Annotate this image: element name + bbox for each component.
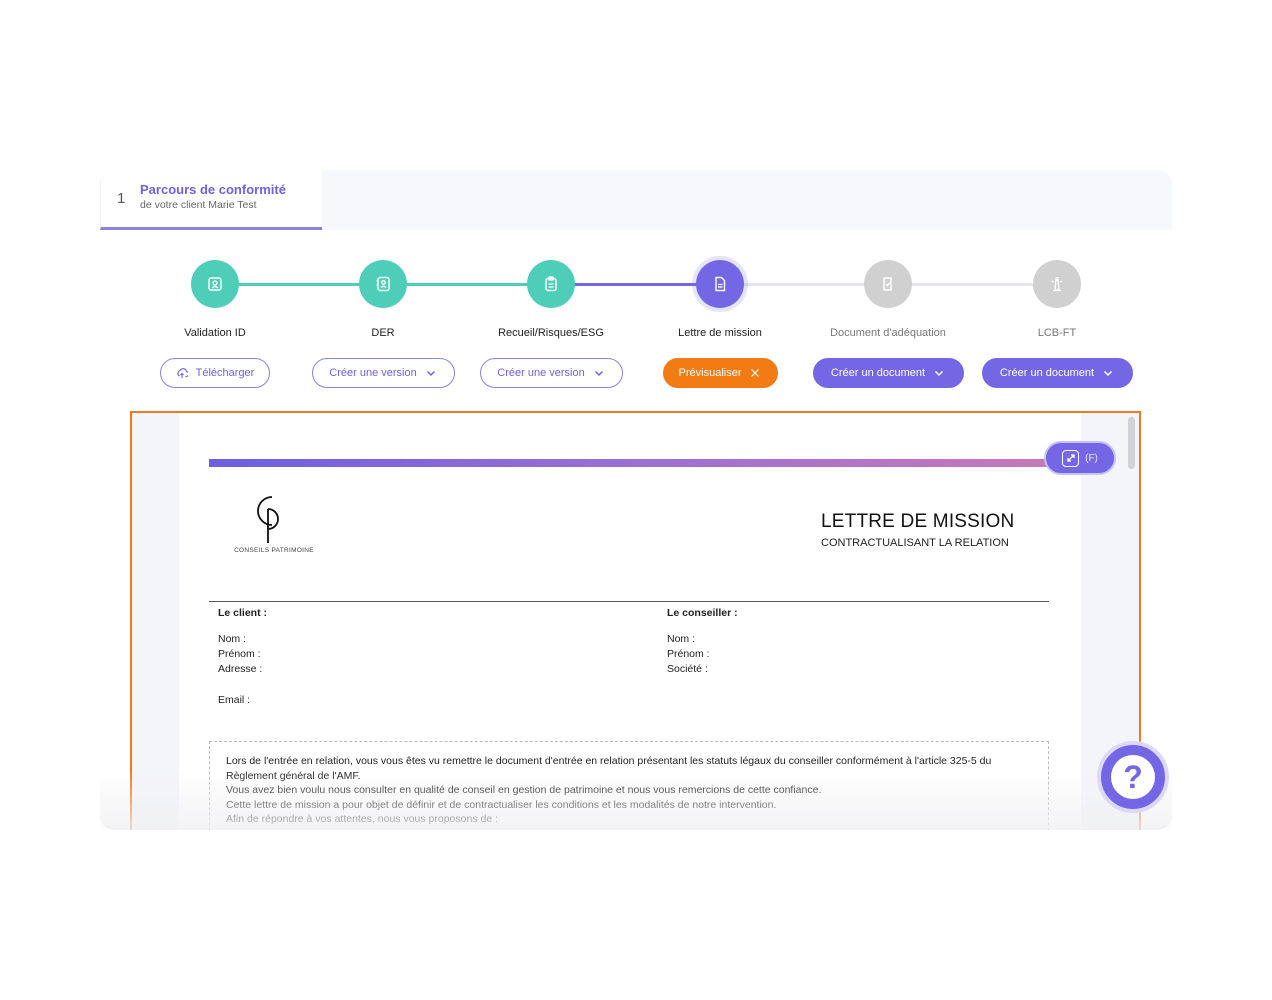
document-title: LETTRE DE MISSION [821,511,1015,532]
fullscreen-button[interactable]: (F) [1044,441,1116,475]
chevron-down-icon [1104,370,1113,377]
preview-scrollbar[interactable] [1128,417,1135,469]
step-circle-1[interactable] [191,260,239,308]
step-action-label: Créer un document [999,367,1095,379]
chevron-down-icon [935,370,944,377]
client-field-nom: Nom : [218,633,247,645]
client-field-prenom: Prénom : [218,648,261,660]
close-icon [751,369,760,377]
advisor-block: Le conseiller : Nom : Prénom : Société : [667,607,738,677]
advisor-field-societe: Société : [667,663,708,675]
tab-bar: 1 Parcours de conformité de votre client… [100,170,1172,230]
document-icon [715,276,726,292]
contact-book-icon [376,276,390,292]
step-action-label: Créer une version [497,367,585,379]
step-action-label: Créer un document [830,367,926,379]
step-action-button-1[interactable]: Télécharger [160,358,270,388]
cloud-upload-icon [177,368,188,378]
tab-subtitle: de votre client Marie Test [140,199,257,211]
step-action-label: Créer une version [329,367,417,379]
step-circle-3[interactable] [527,260,575,308]
step-action-button-3[interactable]: Créer une version [479,358,623,388]
id-badge-icon [208,277,222,291]
document-page: CONSEILS PATRIMOINE LETTRE DE MISSION CO… [179,413,1081,830]
paragraph-1: Lors de l'entrée en relation, vous vous … [226,755,992,782]
step-action-button-5[interactable]: Créer un document [812,358,964,388]
step-action-button-2[interactable]: Créer une version [311,358,455,388]
question-icon: ? [1111,755,1155,799]
step-label-6: LCB-FT [1037,327,1077,339]
step-action-label: Prévisualiser [678,367,742,379]
client-block: Le client : Nom : Prénom : Adresse : Ema… [218,607,267,708]
tab-number: 1 [117,190,126,207]
advisor-field-prenom: Prénom : [667,648,710,660]
client-heading: Le client : [218,607,268,619]
advisor-heading: Le conseiller : [667,607,738,619]
step-action-button-4[interactable]: Prévisualiser [662,358,778,388]
header-divider [209,601,1049,602]
expand-icon [1062,449,1080,467]
document-subtitle: CONTRACTUALISANT LA RELATION [821,537,1009,549]
step-connector [383,283,551,286]
compliance-card: 1 Parcours de conformité de votre client… [100,170,1172,830]
logo-cp-icon [257,496,279,543]
tab-parcours-conformite[interactable]: 1 Parcours de conformité de votre client… [100,170,322,230]
paragraph-3: Cette lettre de mission a pour objet de … [226,798,777,811]
step-circle-4[interactable] [696,260,744,308]
step-circle-2[interactable] [359,260,407,308]
logo-text: CONSEILS PATRIMOINE [234,547,314,554]
step-action-label: Télécharger [195,367,255,379]
document-check-icon [883,277,892,291]
mission-text-box: Lors de l'entrée en relation, vous vous … [209,741,1049,830]
step-connector [888,283,1057,286]
client-field-adresse: Adresse : [218,663,263,675]
document-preview[interactable]: CONSEILS PATRIMOINE LETTRE DE MISSION CO… [130,411,1141,830]
chevron-down-icon [426,370,435,377]
step-circle-5[interactable] [864,260,912,308]
chevron-down-icon [594,370,603,377]
paragraph-4: Afin de répondre à vos attentes, nous vo… [226,813,499,825]
step-connector [551,283,720,286]
step-action-button-6[interactable]: Créer un document [981,358,1133,388]
step-circle-6[interactable] [1033,260,1081,308]
help-button[interactable]: ? [1097,741,1169,813]
step-connector [215,283,383,286]
paragraph-2: Vous avez bien voulu nous consulter en q… [226,784,822,796]
client-field-email: Email : [218,694,251,706]
stepper: Validation ID Télécharger DER Créer une ver… [100,230,1172,410]
header-gradient-bar [209,459,1049,467]
fullscreen-shortcut: (F) [1085,452,1098,464]
lighthouse-icon [1051,277,1063,292]
step-connector [720,283,888,286]
clipboard-icon [545,276,557,292]
advisor-field-nom: Nom : [667,633,696,645]
tab-title: Parcours de conformité [140,182,286,197]
company-logo: CONSEILS PATRIMOINE [232,491,316,554]
